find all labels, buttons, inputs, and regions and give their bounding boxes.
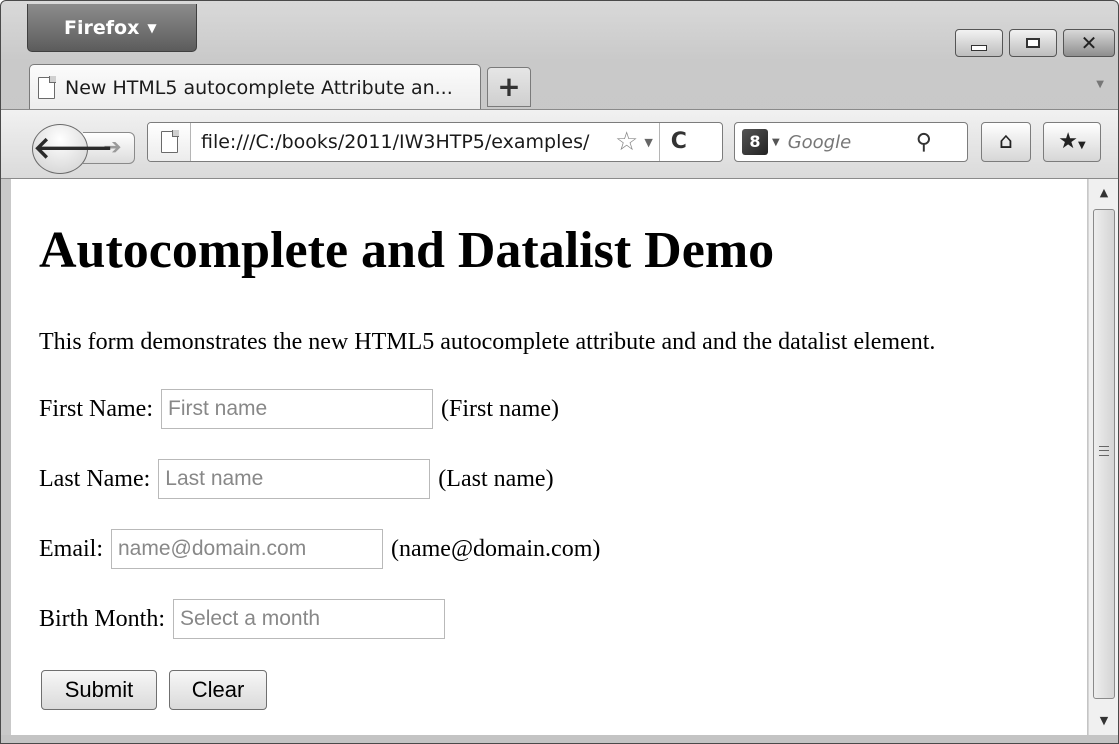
email-field[interactable] [110, 529, 383, 569]
last-name-row: Last Name: (Last name) [39, 459, 554, 499]
window-border [1, 735, 1118, 743]
email-row: Email: (name@domain.com) [39, 529, 600, 569]
maximize-button[interactable] [1009, 29, 1057, 57]
minimize-icon [971, 45, 987, 51]
first-name-row: First Name: (First name) [39, 389, 559, 429]
browser-window: Firefox ▼ ✕ New HTML5 autocomplete Attrib… [0, 0, 1119, 744]
page-content: Autocomplete and Datalist Demo This form… [11, 179, 1087, 735]
birth-month-row: Birth Month: [39, 599, 446, 639]
search-bar[interactable]: 8 ▼ Google ⚲ [734, 122, 968, 162]
back-button[interactable]: 🡐 [32, 124, 113, 174]
birth-month-field[interactable] [173, 599, 446, 639]
grip-icon [1099, 446, 1109, 456]
bookmarks-button[interactable]: ★▼ [1043, 122, 1101, 162]
site-identity-button[interactable] [148, 123, 191, 161]
chevron-down-icon[interactable]: ▼ [644, 136, 652, 149]
last-name-hint: (Last name) [438, 465, 554, 492]
last-name-label: Last Name: [39, 465, 151, 492]
page-title: Autocomplete and Datalist Demo [39, 222, 775, 279]
last-name-field[interactable] [158, 459, 431, 499]
email-label: Email: [39, 535, 103, 562]
home-icon: ⌂ [999, 129, 1013, 154]
window-border [1, 179, 11, 735]
list-all-tabs-icon[interactable]: ▼ [1096, 79, 1104, 90]
url-text[interactable]: file:///C:/books/2011/IW3HTP5/examples/ [201, 131, 613, 153]
search-engine-icon[interactable]: 8 [742, 129, 768, 155]
chevron-down-icon[interactable]: ▼ [772, 137, 780, 148]
firefox-menu-label: Firefox [64, 17, 140, 39]
first-name-label: First Name: [39, 395, 153, 422]
birth-month-label: Birth Month: [39, 605, 166, 632]
intro-text: This form demonstrates the new HTML5 aut… [39, 329, 936, 355]
search-icon[interactable]: ⚲ [916, 130, 932, 155]
tab-title: New HTML5 autocomplete Attribute an... [65, 76, 453, 99]
star-icon[interactable]: ☆ [615, 127, 638, 157]
firefox-menu-button[interactable]: Firefox ▼ [27, 4, 197, 52]
tab-active[interactable]: New HTML5 autocomplete Attribute an... [29, 64, 481, 110]
first-name-field[interactable] [161, 389, 433, 429]
arrow-left-icon: 🡐 [33, 131, 114, 166]
home-button[interactable]: ⌂ [981, 122, 1031, 162]
new-tab-button[interactable]: + [487, 67, 531, 107]
first-name-hint: (First name) [441, 395, 559, 422]
close-button[interactable]: ✕ [1063, 29, 1115, 57]
bookmark-star-icon: ★ [1058, 129, 1079, 154]
email-hint: (name@domain.com) [390, 535, 601, 562]
search-input[interactable]: Google [788, 132, 908, 153]
page-icon [38, 75, 56, 99]
close-icon: ✕ [1080, 31, 1098, 55]
scroll-down-icon[interactable]: ▼ [1089, 707, 1118, 735]
page-icon [160, 130, 179, 153]
clear-button[interactable]: Clear [169, 670, 267, 710]
window-controls: ✕ [955, 29, 1115, 57]
url-bar[interactable]: file:///C:/books/2011/IW3HTP5/examples/ … [147, 122, 723, 162]
reload-icon[interactable]: C [658, 123, 698, 161]
minimize-button[interactable] [955, 29, 1003, 57]
chevron-down-icon: ▼ [1078, 140, 1086, 151]
scroll-up-icon[interactable]: ▲ [1089, 179, 1118, 207]
vertical-scrollbar[interactable]: ▲ ▼ [1088, 179, 1118, 735]
submit-button[interactable]: Submit [41, 670, 157, 710]
maximize-icon [1026, 38, 1040, 48]
chevron-down-icon: ▼ [147, 21, 157, 35]
scrollbar-thumb[interactable] [1093, 209, 1115, 699]
navigation-toolbar: ➔ 🡐 file:///C:/books/2011/IW3HTP5/exampl… [1, 109, 1118, 179]
